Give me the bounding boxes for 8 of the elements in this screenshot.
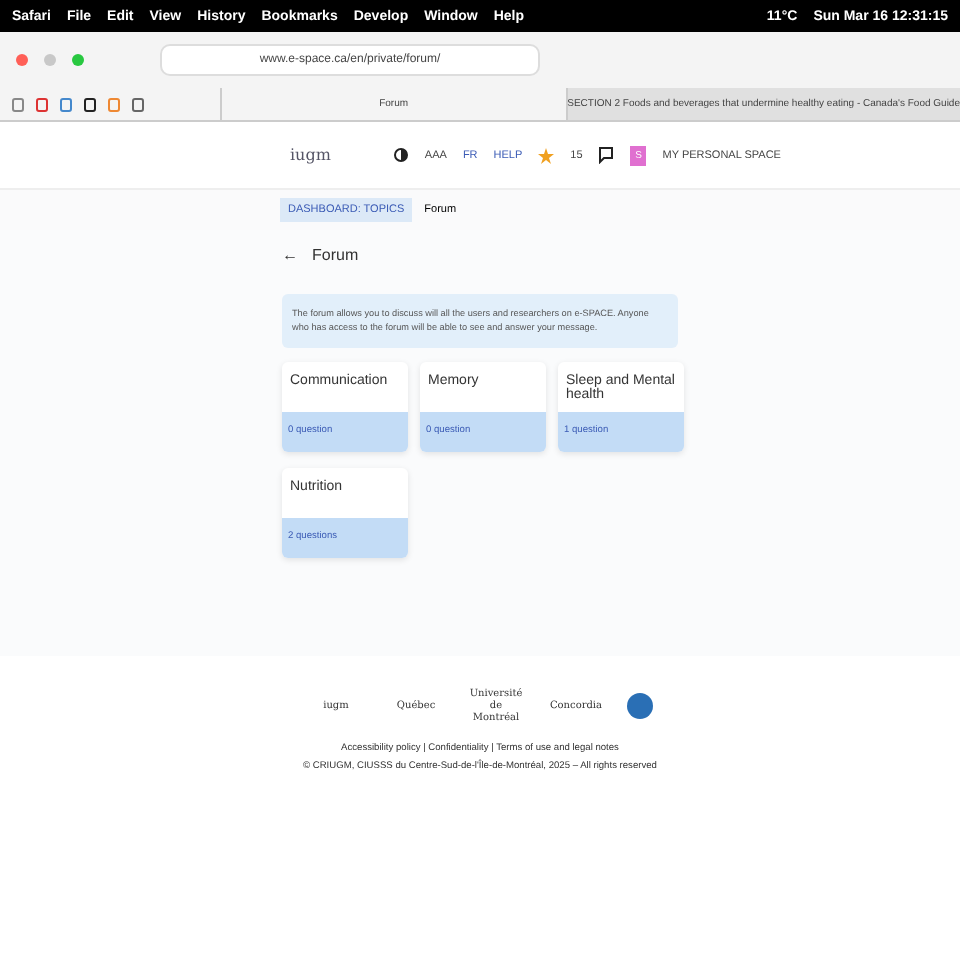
back-button[interactable]: ← bbox=[282, 245, 298, 263]
chat-icon[interactable] bbox=[598, 146, 615, 164]
contrast-icon[interactable] bbox=[394, 148, 409, 162]
page-title: Forum bbox=[312, 245, 359, 263]
logo[interactable]: iugm bbox=[290, 146, 331, 164]
star-icon bbox=[538, 147, 555, 163]
close-icon[interactable] bbox=[16, 54, 28, 66]
partner-logo-icon[interactable] bbox=[626, 692, 654, 720]
